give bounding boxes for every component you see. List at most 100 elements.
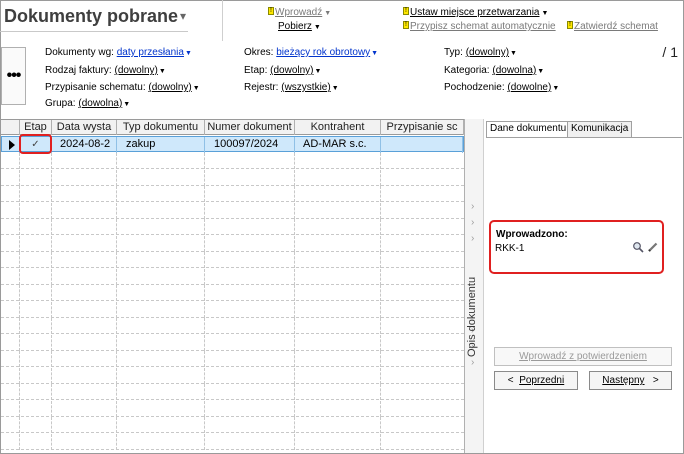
warning-icon: ! bbox=[403, 7, 409, 15]
warning-icon: ! bbox=[403, 21, 409, 29]
chevron-down-icon: ▼ bbox=[324, 10, 332, 17]
empty-cell bbox=[1, 351, 381, 367]
empty-row bbox=[1, 252, 464, 268]
pobierz-label: Pobierz bbox=[278, 21, 312, 32]
chevron-down-icon: ▼ bbox=[123, 101, 131, 108]
chevron-down-icon: ▼ bbox=[331, 85, 339, 92]
empty-cell bbox=[1, 169, 381, 186]
page-title[interactable]: Dokumenty pobrane ▾ bbox=[4, 6, 186, 27]
col-data[interactable]: Data wysta bbox=[52, 120, 117, 135]
filter-grupa[interactable]: Grupa: (dowolna)▼ bbox=[45, 98, 130, 109]
title-dropdown-icon[interactable]: ▾ bbox=[180, 9, 186, 23]
empty-cell bbox=[1, 417, 381, 433]
empty-row bbox=[1, 351, 464, 367]
warning-icon: ! bbox=[567, 21, 573, 29]
chevron-down-icon: ▼ bbox=[537, 68, 545, 75]
empty-cell bbox=[1, 202, 381, 219]
wprowadz-label: Wprowadź bbox=[275, 7, 323, 18]
documents-grid[interactable]: Etap Data wysta Typ dokumentu Numer doku… bbox=[1, 119, 464, 453]
filter-typ[interactable]: Typ: (dowolny)▼ bbox=[444, 47, 517, 58]
empty-row bbox=[1, 334, 464, 351]
filter-okres[interactable]: Okres: bieżący rok obrotowy▼ bbox=[244, 47, 378, 58]
tab-komunikacja[interactable]: Komunikacja bbox=[567, 121, 633, 137]
filter-dokumenty-wg[interactable]: Dokumenty wg: daty przesłania▼ bbox=[45, 47, 192, 58]
filter-label: Rodzaj faktury: bbox=[45, 65, 112, 76]
zatwierdz-action[interactable]: ! Zatwierdź schemat bbox=[567, 21, 658, 32]
table-row[interactable]: ✓ 2024-08-2 zakup 100097/2024 AD-MAR s.c… bbox=[1, 136, 464, 153]
ustaw-label: Ustaw miejsce przetwarzania bbox=[410, 7, 540, 18]
edit-pencil-icon[interactable] bbox=[647, 241, 659, 253]
cell-data: 2024-08-2 bbox=[52, 137, 117, 153]
filter-value[interactable]: (dowolny) bbox=[270, 65, 313, 76]
empty-row bbox=[1, 153, 464, 169]
filter-value[interactable]: (dowolny) bbox=[114, 65, 157, 76]
empty-cell bbox=[1, 433, 381, 450]
cell-typ: zakup bbox=[117, 137, 205, 153]
filter-pochodzenie[interactable]: Pochodzenie: (dowolne)▼ bbox=[444, 82, 559, 93]
cell-przypisanie bbox=[381, 137, 463, 153]
filter-label: Rejestr: bbox=[244, 82, 279, 93]
filter-value[interactable]: (dowolna) bbox=[492, 65, 536, 76]
empty-row bbox=[1, 384, 464, 400]
filter-value[interactable]: bieżący rok obrotowy bbox=[276, 47, 370, 58]
col-przypisanie[interactable]: Przypisanie sc bbox=[381, 120, 464, 135]
przypisz-label: Przypisz schemat automatycznie bbox=[410, 21, 556, 32]
col-numer[interactable]: Numer dokument bbox=[205, 120, 295, 135]
filter-label: Etap: bbox=[244, 65, 268, 76]
ellipsis-icon: ••• bbox=[6, 67, 22, 84]
filter-rodzaj-faktury[interactable]: Rodzaj faktury: (dowolny)▼ bbox=[45, 65, 166, 76]
poprzedni-button[interactable]: < Poprzedni bbox=[494, 371, 578, 390]
empty-cell bbox=[1, 268, 381, 285]
empty-cell bbox=[1, 384, 381, 400]
filter-kategoria[interactable]: Kategoria: (dowolna)▼ bbox=[444, 65, 544, 76]
filter-label: Okres: bbox=[244, 47, 274, 58]
filter-label: Typ: bbox=[444, 47, 463, 58]
filter-przypisanie-schematu[interactable]: Przypisanie schematu: (dowolny)▼ bbox=[45, 82, 200, 93]
wprowadzono-box: Wprowadzono: RKK-1 bbox=[489, 220, 664, 274]
ustaw-action[interactable]: ! Ustaw miejsce przetwarzania ▼ bbox=[403, 7, 548, 18]
nastepny-button[interactable]: Następny > bbox=[589, 371, 672, 390]
filter-label: Dokumenty wg: bbox=[45, 47, 114, 58]
col-kontrahent[interactable]: Kontrahent bbox=[295, 120, 381, 135]
empty-cell bbox=[1, 252, 381, 268]
filter-value[interactable]: (dowolny) bbox=[148, 82, 191, 93]
filter-value[interactable]: (wszystkie) bbox=[281, 82, 330, 93]
chevron-right-icon: › bbox=[471, 357, 475, 368]
empty-cell bbox=[1, 285, 381, 301]
przypisz-action[interactable]: ! Przypisz schemat automatycznie bbox=[403, 21, 556, 32]
row-pointer-icon bbox=[9, 140, 15, 150]
filter-etap[interactable]: Etap: (dowolny)▼ bbox=[244, 65, 321, 76]
filter-value[interactable]: (dowolne) bbox=[507, 82, 551, 93]
grid-header-indicator bbox=[1, 120, 20, 135]
filter-value[interactable]: (dowolny) bbox=[466, 47, 509, 58]
empty-row bbox=[1, 169, 464, 186]
wprowadzono-label: Wprowadzono: bbox=[496, 229, 568, 240]
wprowadz-z-potwierdzeniem-button[interactable]: Wprowadź z potwierdzeniem bbox=[494, 347, 672, 366]
pobierz-action[interactable]: Pobierz ▼ bbox=[278, 21, 321, 32]
filter-value[interactable]: (dowolna) bbox=[78, 98, 122, 109]
chevron-down-icon: ▼ bbox=[371, 50, 379, 57]
title-underline bbox=[0, 31, 188, 32]
empty-row bbox=[1, 186, 464, 202]
empty-row bbox=[1, 318, 464, 334]
tab-dane-dokumentu[interactable]: Dane dokumentu bbox=[486, 121, 571, 138]
chevron-down-icon: ▼ bbox=[184, 50, 192, 57]
empty-cell bbox=[1, 318, 381, 334]
empty-cell bbox=[1, 367, 381, 384]
wprowadz-action[interactable]: ! Wprowadź ▼ bbox=[268, 7, 331, 18]
col-etap[interactable]: Etap bbox=[20, 120, 52, 135]
col-typ[interactable]: Typ dokumentu bbox=[117, 120, 205, 135]
empty-row bbox=[1, 268, 464, 285]
filter-value[interactable]: daty przesłania bbox=[117, 47, 184, 58]
chevron-left-icon: < bbox=[507, 375, 514, 386]
chevron-down-icon: ▼ bbox=[541, 10, 549, 17]
etap-highlight bbox=[19, 134, 52, 154]
filter-rejestr[interactable]: Rejestr: (wszystkie)▼ bbox=[244, 82, 339, 93]
empty-row bbox=[1, 400, 464, 417]
description-panel-collapsed[interactable]: › › › › › › Opis dokumentu bbox=[464, 119, 484, 453]
zatwierdz-label: Zatwierdź schemat bbox=[574, 21, 658, 32]
more-options-button[interactable]: ••• bbox=[1, 47, 26, 105]
warning-icon: ! bbox=[268, 7, 274, 15]
search-icon[interactable] bbox=[632, 241, 644, 253]
chevron-down-icon: ▼ bbox=[192, 85, 200, 92]
